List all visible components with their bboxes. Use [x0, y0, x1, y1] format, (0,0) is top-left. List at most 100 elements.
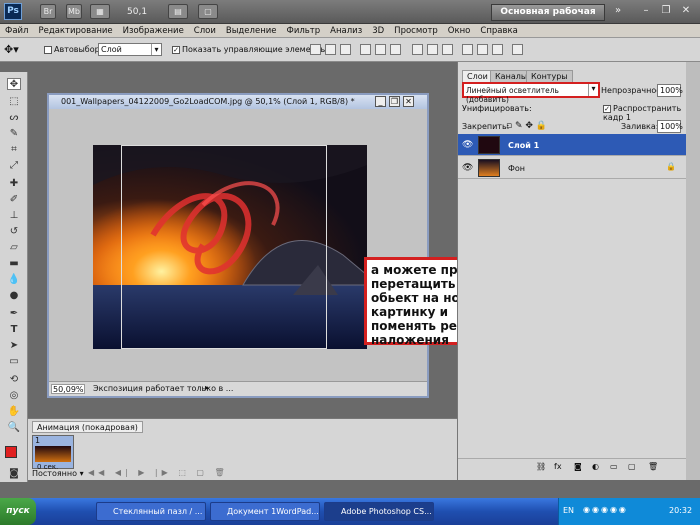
doc-restore-icon[interactable]: ❐ — [389, 96, 400, 107]
menu-image[interactable]: Изображение — [118, 24, 189, 38]
align-right-icon[interactable] — [390, 44, 401, 55]
menu-view[interactable]: Просмотр — [389, 24, 443, 38]
align-middle-icon[interactable] — [325, 44, 336, 55]
foreground-color-swatch[interactable] — [5, 446, 17, 458]
bridge-button[interactable]: Br — [40, 4, 56, 19]
distribute-right-icon[interactable] — [492, 44, 503, 55]
screen-mode-button[interactable]: ▢ — [198, 4, 218, 19]
close-icon[interactable]: ✕ — [680, 5, 692, 17]
view-extras-button[interactable]: ▦ — [90, 4, 110, 19]
move-tool-preset-icon[interactable]: ✥▾ — [4, 43, 19, 56]
propagate-checkbox[interactable]: ✓ — [603, 104, 611, 113]
autoselect-dropdown[interactable]: Слой ▾ — [98, 43, 162, 56]
status-menu-arrow-icon[interactable]: ▸ — [205, 383, 209, 392]
doc-zoom-field[interactable]: 50,09% — [51, 384, 85, 394]
menu-edit[interactable]: Редактирование — [33, 24, 117, 38]
adjustment-icon[interactable]: ◐ — [592, 462, 599, 471]
transform-bounding-box[interactable] — [121, 145, 327, 349]
tab-paths[interactable]: Контуры — [526, 70, 573, 82]
3d-rotate-tool-icon[interactable]: ⟲ — [7, 374, 21, 386]
document-title-bar[interactable]: 001_Wallpapers_04122009_Go2LoadCOM.jpg @… — [49, 95, 427, 109]
restore-icon[interactable]: ❐ — [660, 5, 672, 17]
menu-layers[interactable]: Слои — [189, 24, 221, 38]
link-icon[interactable]: ⛓ — [536, 462, 546, 471]
loop-dropdown[interactable]: Постоянно ▾ — [32, 469, 84, 478]
marquee-tool-icon[interactable]: ⬚ — [7, 96, 21, 108]
healing-tool-icon[interactable]: ✚ — [7, 178, 21, 190]
more-workspaces-icon[interactable]: » — [612, 5, 624, 17]
fill-field[interactable]: 100% — [657, 120, 683, 133]
pen-tool-icon[interactable]: ✒ — [7, 308, 21, 320]
distribute-left-icon[interactable] — [462, 44, 473, 55]
menu-select[interactable]: Выделение — [221, 24, 282, 38]
brush-tool-icon[interactable]: ✐ — [7, 194, 21, 206]
distribute-middle-icon[interactable] — [427, 44, 438, 55]
menu-window[interactable]: Окно — [443, 24, 476, 38]
fx-icon[interactable]: fx — [554, 462, 562, 471]
hand-tool-icon[interactable]: ✋ — [7, 406, 21, 418]
frame-1[interactable]: 1 0 сек. — [32, 435, 74, 471]
dodge-tool-icon[interactable]: ● — [7, 290, 21, 302]
eraser-tool-icon[interactable]: ▱ — [7, 242, 21, 254]
move-tool-icon[interactable]: ✥ — [7, 78, 21, 90]
minimize-icon[interactable]: – — [640, 5, 652, 17]
3d-camera-tool-icon[interactable]: ◎ — [7, 390, 21, 402]
task-photoshop[interactable]: Adobe Photoshop CS... — [324, 502, 434, 521]
zoom-level[interactable]: 50,1 — [127, 7, 147, 17]
quick-select-tool-icon[interactable]: ✎ — [7, 128, 21, 140]
lasso-tool-icon[interactable]: ᔕ — [7, 112, 21, 124]
tab-layers[interactable]: Слои — [462, 70, 493, 82]
layer-name[interactable]: Фон — [508, 164, 525, 173]
align-bottom-icon[interactable] — [340, 44, 351, 55]
document-image[interactable] — [93, 145, 367, 349]
distribute-bottom-icon[interactable] — [442, 44, 453, 55]
gradient-tool-icon[interactable]: ▬ — [7, 258, 21, 270]
menu-help[interactable]: Справка — [475, 24, 522, 38]
align-left-icon[interactable] — [360, 44, 371, 55]
crop-tool-icon[interactable]: ⌗ — [7, 144, 21, 156]
arrange-documents-button[interactable]: ▤ — [168, 4, 188, 19]
autoselect-checkbox-wrap[interactable]: Автовыбор: — [44, 45, 102, 54]
blur-tool-icon[interactable]: 💧 — [7, 274, 21, 286]
language-indicator[interactable]: EN — [563, 506, 574, 515]
task-wordpad[interactable]: Документ 1WordPad... — [210, 502, 320, 521]
lock-icons[interactable]: ▫ ✎ ✥ 🔒 — [506, 121, 547, 131]
eye-icon[interactable]: 👁 — [462, 163, 473, 173]
layer-name[interactable]: Слой 1 — [508, 141, 539, 150]
doc-close-icon[interactable]: ✕ — [403, 96, 414, 107]
menu-analysis[interactable]: Анализ — [325, 24, 367, 38]
distribute-top-icon[interactable] — [412, 44, 423, 55]
doc-minimize-icon[interactable]: _ — [375, 96, 386, 107]
quick-mask-icon[interactable]: ◙ — [7, 468, 21, 480]
distribute-center-icon[interactable] — [477, 44, 488, 55]
animation-tab[interactable]: Анимация (покадровая) — [32, 421, 143, 433]
stamp-tool-icon[interactable]: ⊥ — [7, 210, 21, 222]
path-select-tool-icon[interactable]: ➤ — [7, 340, 21, 352]
playback-controls[interactable]: ◀◀ ◀| ▶ |▶ ⬚ ▢ 🗑 — [88, 468, 229, 477]
history-brush-tool-icon[interactable]: ↺ — [7, 226, 21, 238]
trash-icon[interactable]: 🗑 — [648, 462, 658, 471]
auto-align-icon[interactable] — [512, 44, 523, 55]
align-top-icon[interactable] — [310, 44, 321, 55]
zoom-tool-icon[interactable]: 🔍 — [7, 422, 21, 434]
menu-file[interactable]: Файл — [0, 24, 33, 38]
menu-3d[interactable]: 3D — [367, 24, 389, 38]
task-puzzle[interactable]: Стеклянный пазл / ... — [96, 502, 206, 521]
show-controls-wrap[interactable]: ✓ Показать управляющие элементы — [172, 45, 327, 54]
show-controls-checkbox[interactable]: ✓ — [172, 45, 180, 54]
tray-icons[interactable]: ◉◉◉◉◉ — [583, 505, 628, 514]
layer-row-background[interactable]: 👁 Фон 🔒 — [458, 157, 687, 179]
minibridge-button[interactable]: Mb — [66, 4, 82, 19]
shape-tool-icon[interactable]: ▭ — [7, 356, 21, 368]
mask-icon[interactable]: ◙ — [574, 462, 582, 471]
autoselect-checkbox[interactable] — [44, 45, 52, 54]
type-tool-icon[interactable]: T — [7, 324, 21, 336]
eyedropper-tool-icon[interactable]: ⤢ — [7, 160, 21, 172]
menu-filter[interactable]: Фильтр — [282, 24, 326, 38]
workspace-switcher[interactable]: Основная рабочая среда — [491, 4, 605, 32]
eye-icon[interactable]: 👁 — [462, 140, 473, 150]
new-layer-icon[interactable]: ▢ — [628, 462, 636, 471]
align-center-icon[interactable] — [375, 44, 386, 55]
folder-icon[interactable]: ▭ — [610, 462, 618, 471]
opacity-field[interactable]: 100% — [657, 84, 683, 97]
